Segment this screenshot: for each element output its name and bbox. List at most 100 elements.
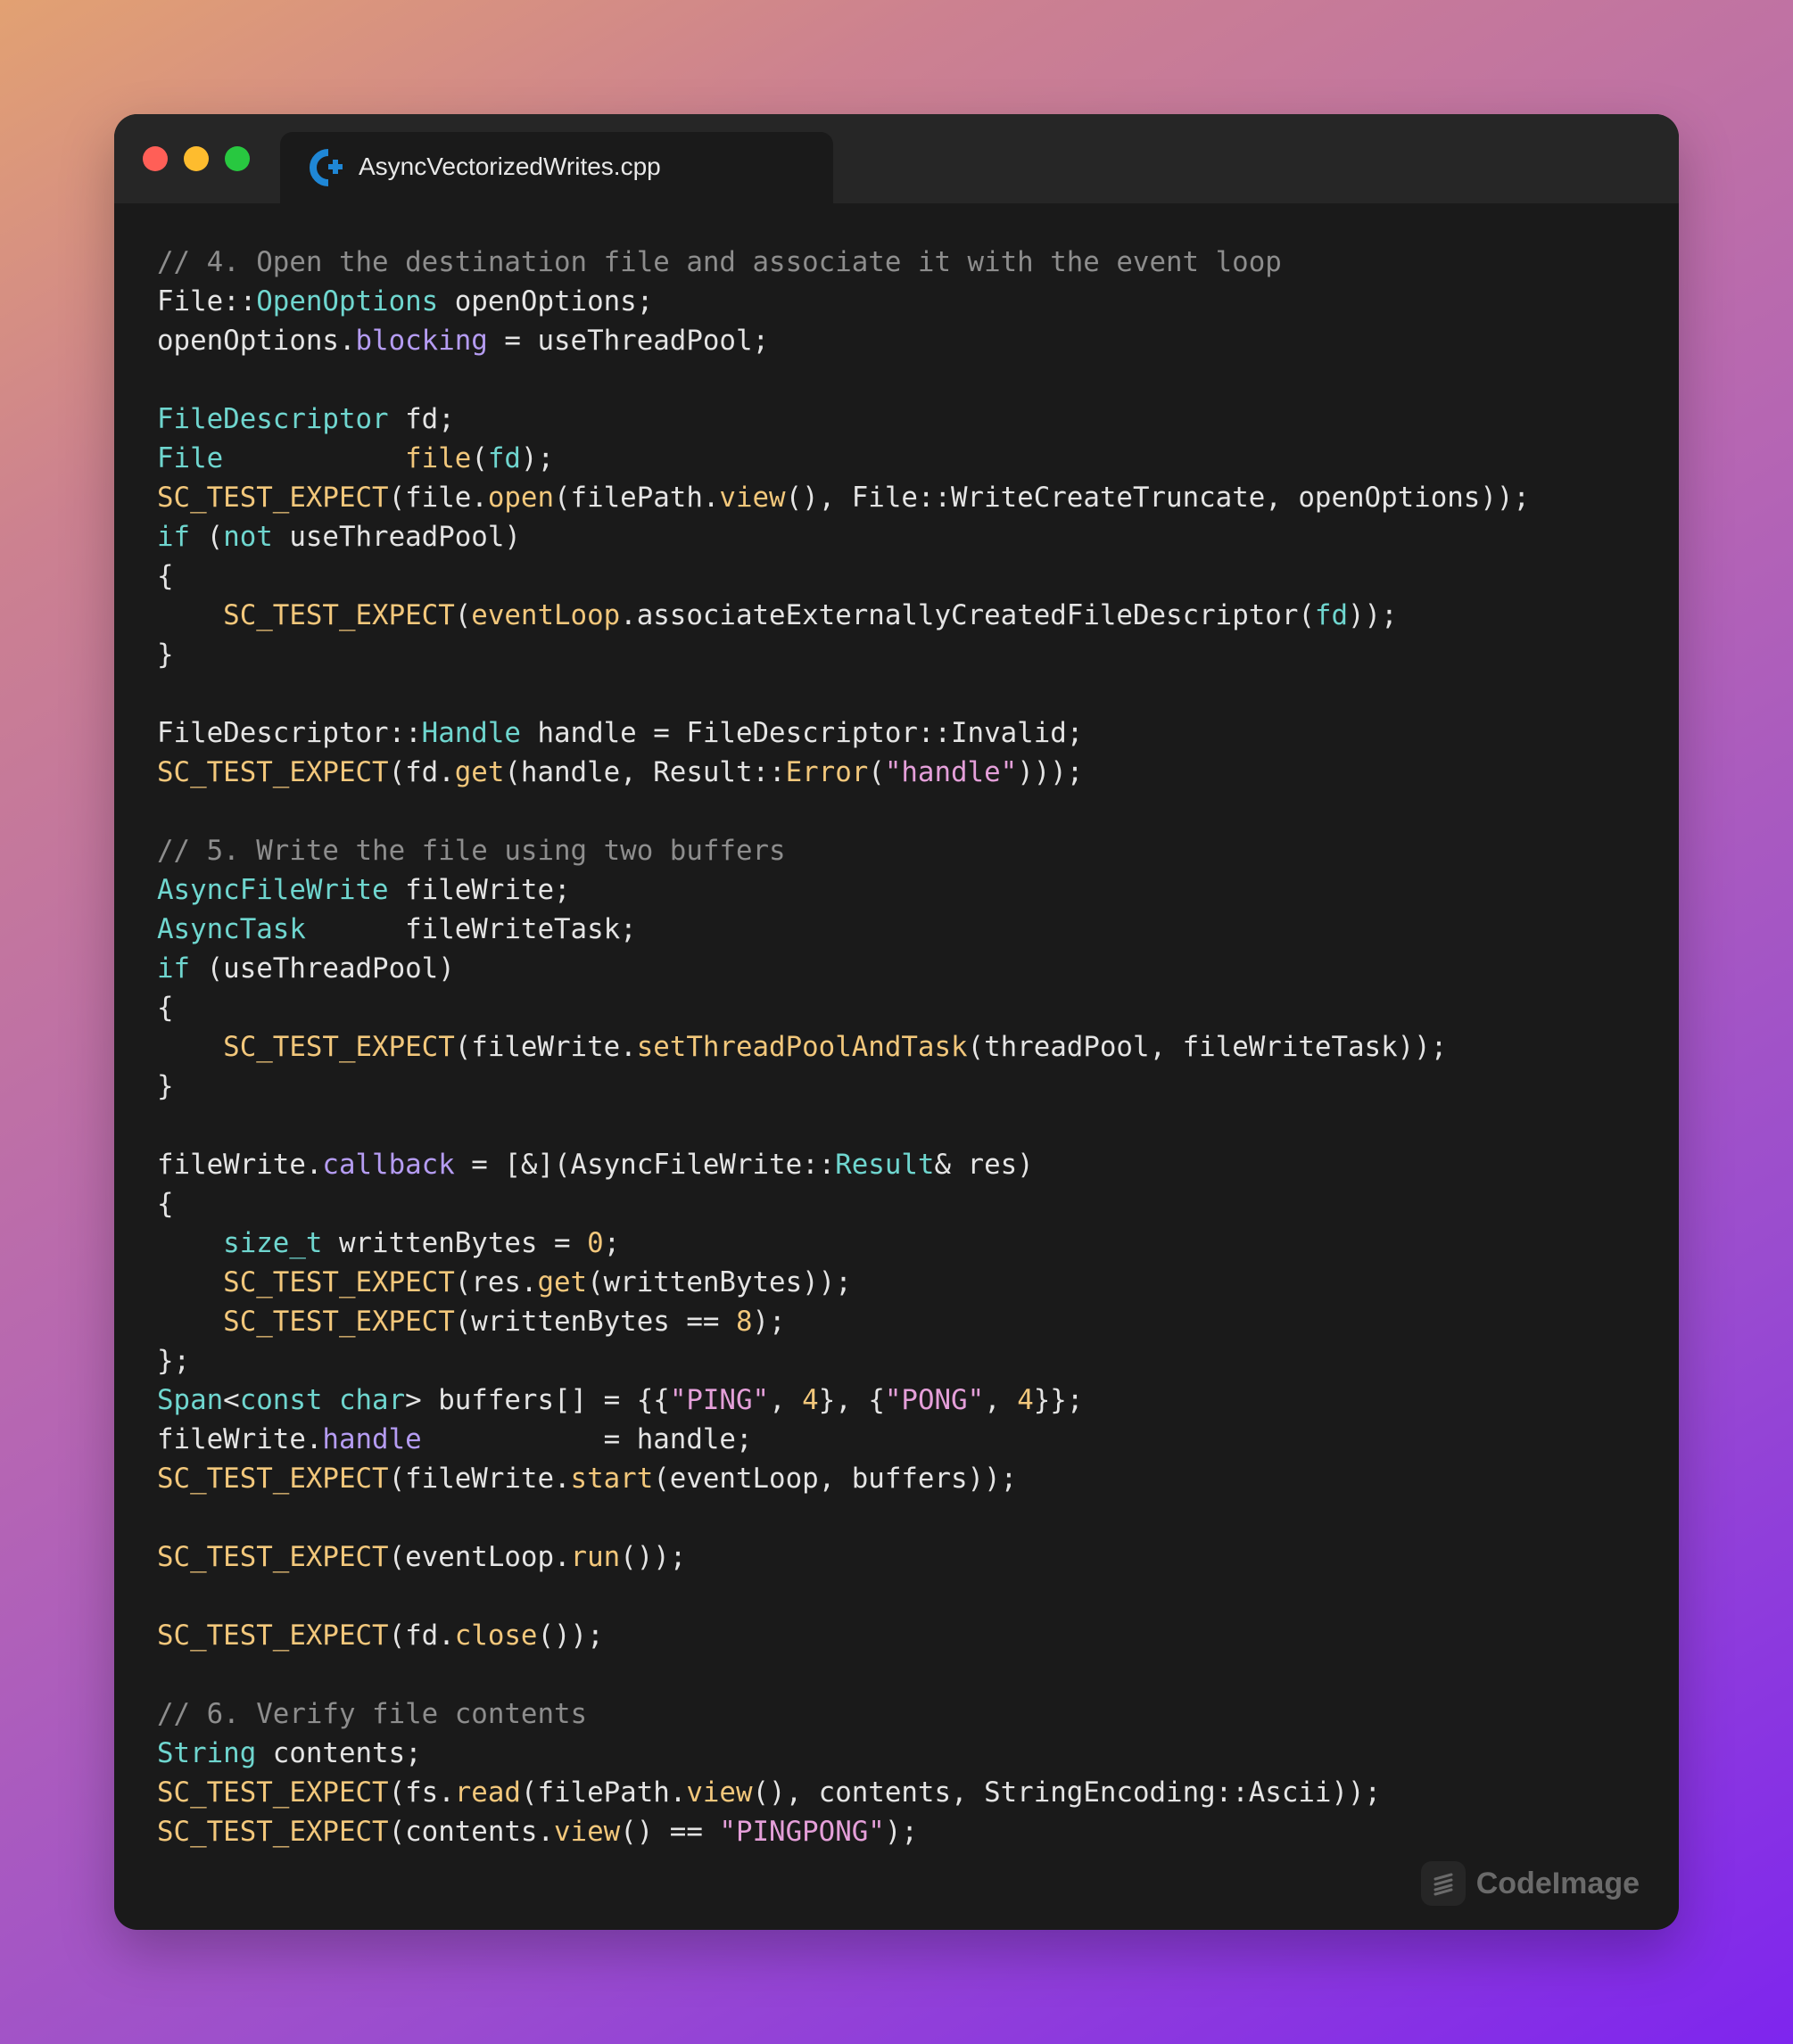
code-line: // 4. Open the destination file and asso… (157, 243, 1530, 282)
code-token-prop: handle (322, 1423, 422, 1455)
code-token-func: SC_TEST_EXPECT (157, 1816, 389, 1848)
code-line: SC_TEST_EXPECT(writtenBytes == 8); (157, 1302, 1530, 1341)
code-token-func: get (537, 1266, 588, 1298)
code-line: Span<const char> buffers[] = {{"PING", 4… (157, 1381, 1530, 1420)
code-token-plain: (writtenBytes == (454, 1306, 736, 1338)
code-token-plain: ( (868, 756, 885, 788)
code-token-type: FileDescriptor (157, 403, 389, 435)
code-token-kw: not (223, 521, 273, 553)
code-token-plain: ); (884, 1816, 918, 1848)
code-token-func: view (554, 1816, 621, 1848)
code-token-plain: FileDescriptor:: (157, 717, 422, 749)
code-line: openOptions.blocking = useThreadPool; (157, 321, 1530, 360)
minimize-window-button[interactable] (184, 146, 209, 171)
code-line: { (157, 1184, 1530, 1224)
code-token-plain: writtenBytes = (322, 1227, 588, 1259)
code-token-type: String (157, 1737, 257, 1769)
code-token-func: eventLoop (471, 599, 621, 631)
code-token-plain: ); (752, 1306, 786, 1338)
code-token-comment: // 4. Open the destination file and asso… (157, 246, 1282, 278)
code-token-type: Span (157, 1384, 224, 1416)
code-token-plain: , (769, 1384, 803, 1416)
code-line: AsyncTask fileWriteTask; (157, 910, 1530, 949)
code-line: File file(fd); (157, 439, 1530, 478)
code-line: SC_TEST_EXPECT(fileWrite.setThreadPoolAn… (157, 1027, 1530, 1067)
codeimage-watermark: CodeImage (1420, 1859, 1640, 1908)
code-token-plain: (filePath. (554, 482, 720, 514)
code-token-func: SC_TEST_EXPECT (157, 756, 389, 788)
code-line: SC_TEST_EXPECT(eventLoop.associateExtern… (157, 596, 1530, 635)
code-token-type: Handle (421, 717, 521, 749)
code-token-plain: (fd. (388, 756, 455, 788)
code-token-type: Result (835, 1149, 935, 1181)
code-token-func: SC_TEST_EXPECT (157, 1463, 389, 1495)
code-token-func: close (454, 1620, 538, 1652)
code-token-plain: (handle, Result:: (504, 756, 786, 788)
code-token-plain: ()); (620, 1541, 687, 1573)
code-token-comment: // 5. Write the file using two buffers (157, 835, 786, 867)
code-token-plain: { (157, 560, 174, 592)
code-token-plain: handle = FileDescriptor::Invalid; (520, 717, 1084, 749)
code-token-plain: (), File::WriteCreateTruncate, openOptio… (785, 482, 1530, 514)
code-token-plain: fileWrite. (157, 1423, 323, 1455)
code-line: SC_TEST_EXPECT(fd.close()); (157, 1616, 1530, 1655)
code-token-plain: ); (520, 442, 555, 474)
code-token-func: get (454, 756, 505, 788)
code-line: SC_TEST_EXPECT(contents.view() == "PINGP… (157, 1812, 1530, 1851)
code-token-plain: contents; (256, 1737, 422, 1769)
tab-file-name: AsyncVectorizedWrites.cpp (359, 152, 661, 180)
code-token-plain: ; (603, 1227, 621, 1259)
code-token-plain: openOptions. (157, 325, 356, 357)
code-line: } (157, 635, 1530, 674)
code-token-plain: (useThreadPool) (190, 952, 455, 985)
code-token-plain: } (157, 639, 174, 671)
code-line: SC_TEST_EXPECT(fileWrite.start(eventLoop… (157, 1459, 1530, 1498)
code-token-plain: (fs. (388, 1776, 455, 1809)
maximize-window-button[interactable] (225, 146, 250, 171)
code-token-plain: (res. (454, 1266, 538, 1298)
code-token-func: view (719, 482, 786, 514)
code-token-kw: if (157, 952, 191, 985)
code-token-func: open (487, 482, 554, 514)
watermark-label: CodeImage (1475, 1866, 1640, 1900)
code-line: SC_TEST_EXPECT(fd.get(handle, Result::Er… (157, 753, 1530, 792)
code-token-plain: (file. (388, 482, 488, 514)
codeimage-logo-icon (1420, 1861, 1466, 1906)
code-line: SC_TEST_EXPECT(file.open(filePath.view()… (157, 478, 1530, 517)
code-token-func: Error (785, 756, 869, 788)
code-token-plain: (fd. (388, 1620, 455, 1652)
code-token-type: const char (239, 1384, 406, 1416)
code-token-plain: & res) (934, 1149, 1034, 1181)
file-tab[interactable]: AsyncVectorizedWrites.cpp (280, 132, 833, 203)
code-line: SC_TEST_EXPECT(eventLoop.run()); (157, 1537, 1530, 1577)
code-token-num: 8 (735, 1306, 753, 1338)
code-token-type: OpenOptions (256, 285, 439, 317)
code-token-plain: useThreadPool) (272, 521, 521, 553)
code-token-plain: ()); (537, 1620, 604, 1652)
code-token-comment: // 6. Verify file contents (157, 1698, 588, 1730)
close-window-button[interactable] (143, 146, 168, 171)
code-line: AsyncFileWrite fileWrite; (157, 870, 1530, 910)
code-window: AsyncVectorizedWrites.cpp // 4. Open the… (114, 114, 1679, 1930)
code-token-type: AsyncFileWrite (157, 874, 389, 906)
code-token-func: setThreadPoolAndTask (636, 1031, 968, 1063)
code-token-plain: > buffers[] = {{ (405, 1384, 670, 1416)
code-line: String contents; (157, 1734, 1530, 1773)
code-line: if (useThreadPool) (157, 949, 1530, 988)
code-line: // 5. Write the file using two buffers (157, 831, 1530, 870)
code-token-func: read (454, 1776, 521, 1809)
code-line: SC_TEST_EXPECT(fs.read(filePath.view(), … (157, 1773, 1530, 1812)
code-token-plain: { (157, 992, 174, 1024)
code-token-plain: }}; (1033, 1384, 1084, 1416)
code-token-plain: = useThreadPool; (487, 325, 770, 357)
code-token-plain: openOptions; (438, 285, 654, 317)
code-token-prop: callback (322, 1149, 455, 1181)
code-line: // 6. Verify file contents (157, 1694, 1530, 1734)
code-token-plain: ( (454, 599, 472, 631)
